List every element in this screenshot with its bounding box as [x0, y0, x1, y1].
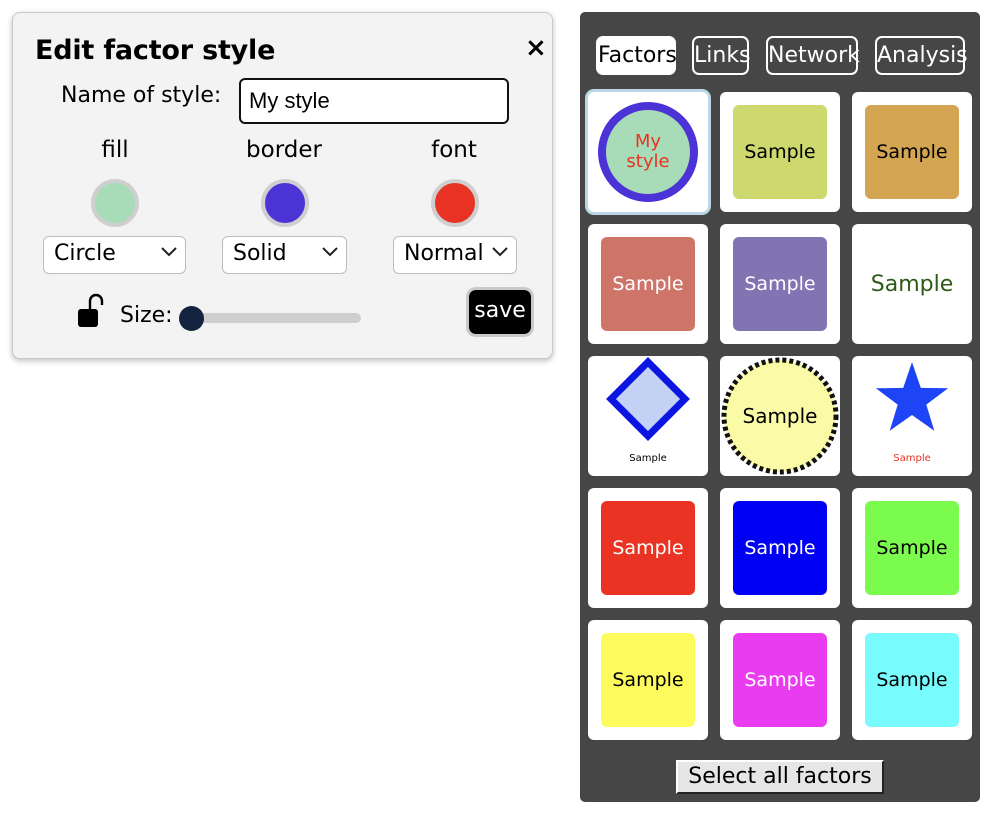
- tile-label: Sample: [744, 669, 816, 691]
- save-button[interactable]: save: [466, 287, 534, 337]
- tile-label: Sample: [744, 273, 816, 295]
- tab-factors[interactable]: Factors: [596, 36, 677, 75]
- tile-swatch: Sample: [601, 633, 695, 727]
- close-icon[interactable]: ×: [525, 33, 547, 63]
- factor-style-tile[interactable]: Sample: [720, 92, 840, 212]
- edit-factor-style-dialog: Edit factor style × Name of style: fill …: [12, 12, 553, 359]
- tile-swatch: Sample: [601, 237, 695, 331]
- factor-style-tile[interactable]: Sample: [852, 488, 972, 608]
- tile-label: Sample: [744, 537, 816, 559]
- tab-network[interactable]: Network: [766, 36, 860, 75]
- tile-label: Sample: [612, 273, 684, 295]
- border-style-select-value: Solid: [233, 241, 287, 266]
- size-label: Size:: [120, 303, 173, 328]
- tile-swatch: Sample: [733, 237, 827, 331]
- select-all-factors-button[interactable]: Select all factors: [676, 760, 884, 794]
- tile-label: Sample: [744, 141, 816, 163]
- tile-label: Sample: [876, 537, 948, 559]
- shape-select[interactable]: Circle: [43, 236, 186, 274]
- style-name-input[interactable]: [239, 78, 509, 124]
- factor-style-tile[interactable]: Sample: [852, 224, 972, 344]
- shape-select-value: Circle: [54, 241, 116, 266]
- tile-label: Sample: [742, 404, 818, 428]
- tab-analysis[interactable]: Analysis: [875, 36, 968, 75]
- tab-links[interactable]: Links: [692, 36, 751, 75]
- factor-style-tile[interactable]: Sample: [852, 620, 972, 740]
- chevron-down-icon: [492, 247, 508, 257]
- tile-label: Sample: [876, 141, 948, 163]
- font-color-picker[interactable]: [431, 179, 479, 227]
- factor-style-tile[interactable]: Sample: [852, 356, 972, 476]
- tile-swatch: Sample: [601, 501, 695, 595]
- factor-style-tile[interactable]: Sample: [852, 92, 972, 212]
- chevron-down-icon: [161, 247, 177, 257]
- fill-color-picker[interactable]: [91, 179, 139, 227]
- tile-swatch: Sample: [733, 633, 827, 727]
- border-color-picker[interactable]: [261, 179, 309, 227]
- styles-panel: Factors Links Network Analysis My style S…: [580, 12, 980, 802]
- style-name-label: Name of style:: [61, 83, 222, 108]
- tile-label: Sample: [612, 537, 684, 559]
- tile-label: Sample: [629, 453, 667, 464]
- unlocked-padlock-icon[interactable]: [78, 293, 104, 327]
- factor-style-tile[interactable]: Sample: [720, 224, 840, 344]
- tile-swatch: Sample: [865, 501, 959, 595]
- fill-label: fill: [101, 137, 129, 163]
- tile-label: Sample: [612, 669, 684, 691]
- font-style-select-value: Normal: [404, 241, 484, 266]
- factor-style-tile[interactable]: Sample: [588, 620, 708, 740]
- tile-label: Sample: [893, 453, 931, 464]
- chevron-down-icon: [322, 247, 338, 257]
- tile-label: Sample: [876, 669, 948, 691]
- factor-style-tile[interactable]: Sample: [588, 488, 708, 608]
- tile-swatch: Sample: [733, 105, 827, 199]
- factor-style-tile[interactable]: Sample: [588, 224, 708, 344]
- font-label: font: [431, 137, 477, 163]
- dialog-title: Edit factor style: [35, 35, 276, 66]
- factor-style-tile[interactable]: Sample: [720, 620, 840, 740]
- size-slider-thumb[interactable]: [179, 306, 204, 331]
- tile-label: Sample: [870, 271, 954, 297]
- factor-style-tile[interactable]: Sample: [720, 488, 840, 608]
- border-label: border: [246, 137, 322, 163]
- tile-label: My style: [626, 131, 670, 172]
- tile-swatch: Sample: [865, 105, 959, 199]
- tile-swatch: Sample: [865, 633, 959, 727]
- factor-style-tile[interactable]: My style: [588, 92, 708, 212]
- font-style-select[interactable]: Normal: [393, 236, 517, 274]
- factor-style-tile[interactable]: Sample: [588, 356, 708, 476]
- tile-swatch: Sample: [733, 501, 827, 595]
- factor-style-tile[interactable]: Sample: [720, 356, 840, 476]
- border-style-select[interactable]: Solid: [222, 236, 347, 274]
- size-slider-track[interactable]: [185, 313, 361, 323]
